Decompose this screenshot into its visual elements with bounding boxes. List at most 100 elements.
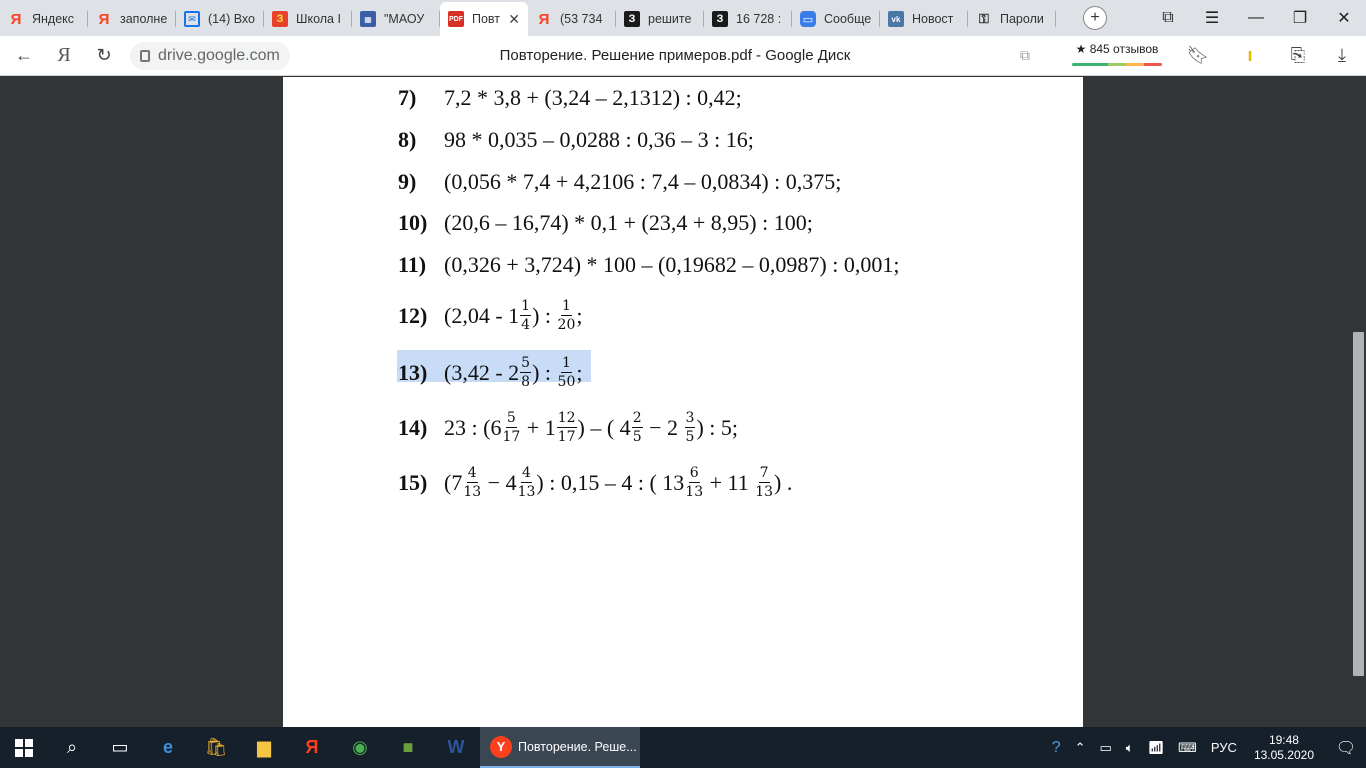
numerator: 5 [505,410,517,428]
pdf-viewer[interactable]: 7) 7,2 * 3,8 + (3,24 – 2,1312) : 0,42; 8) 9… [0,77,1366,727]
tab-0[interactable]: Я Яндекс [0,2,88,36]
expression-text: (7 [444,469,463,495]
expression-text: ; [576,302,583,328]
problem-expression: (7 4 13 − 4 4 13) : 0,15 – 4 : ( 13 6 13 + 11 … [444,466,792,499]
denominator: 13 [517,484,536,500]
numerator: 1 [520,298,532,316]
reload-icon[interactable]: ↻ [84,36,124,76]
close-tab-icon[interactable]: ✕ [508,11,520,28]
tab-label: 16 728 : [736,12,782,26]
expression-text: ; [576,359,583,385]
keyboard-icon[interactable]: ⌨ [1178,740,1197,756]
search-icon[interactable]: ⌕ [48,727,96,768]
help-icon[interactable]: ? [1052,739,1061,757]
expression-text: ) : [532,302,557,328]
language-indicator[interactable]: РУС [1211,740,1237,755]
problem-3: 10) (20,6 – 16,74) * 0,1 + (23,4 + 8,95) … [398,210,813,236]
wifi-icon[interactable]: 📶︎ [1148,740,1165,756]
znanija-icon: З [712,11,728,27]
clock[interactable]: 19:48 13.05.2020 [1254,733,1314,763]
tab-label: Повт [472,12,501,26]
yandex-alice-icon[interactable]: ı [1230,36,1270,76]
tab-label: решите [648,12,692,26]
minimize-button[interactable]: — [1234,0,1278,36]
fraction: 5 17 [502,411,520,444]
problem-8: 15) (7 4 13 − 4 4 13) : 0,15 – 4 : ( 13 6 13 + … [398,466,792,499]
window-controls: ⧉ ☰ — ❐ ✕ [1146,0,1366,36]
new-tab-button[interactable]: + [1083,6,1107,30]
problem-expression: 7,2 * 3,8 + (3,24 – 2,1312) : 0,42; [444,85,742,111]
fraction: 6 13 [685,466,703,499]
edge-icon[interactable]: e [144,727,192,768]
browser-toolbar: ← Я ↻ drive.google.com Повторение. Решен… [0,36,1366,76]
word-icon[interactable]: W [432,727,480,768]
expression-text: ) . [774,469,793,495]
denominator: 13 [685,484,704,500]
page-title: Повторение. Решение примеров.pdf - Googl… [499,47,851,64]
tab-3[interactable]: З Школа I [264,2,352,36]
start-button[interactable] [0,727,48,768]
maou-icon: ▦ [360,11,376,27]
chevron-up-icon[interactable]: ⌃ [1075,740,1086,756]
mail-icon: ✉ [184,11,200,27]
notifications-icon[interactable]: 🗨︎ [1326,727,1366,768]
problem-number: 7) [398,85,417,110]
address-field[interactable]: drive.google.com [130,41,290,70]
tab-label: (53 734 [560,12,603,26]
battery-icon[interactable]: ▭ [1100,740,1112,756]
active-app-button[interactable]: Y Повторение. Реше... [480,727,640,768]
lock-icon [140,49,150,62]
numerator: 7 [758,465,770,483]
tab-4[interactable]: ▦ "МАОУ [352,2,440,36]
reviews-widget[interactable]: ★ 845 отзывов [1068,42,1166,68]
yandex-home-icon[interactable]: Я [44,36,84,76]
tab-label: Школа I [296,12,341,26]
tab-6[interactable]: Я (53 734 [528,2,616,36]
tab-8[interactable]: З 16 728 : [704,2,792,36]
expression-text: − 4 [482,469,517,495]
expression-text: (0,056 * 7,4 + 4,2106 : 7,4 – 0,0834) : … [444,169,842,194]
tab-2[interactable]: ✉ (14) Вхо [176,2,264,36]
chrome-icon[interactable]: ◉ [336,727,384,768]
back-arrow-icon[interactable]: ← [4,36,44,76]
tab-5[interactable]: PDF Повт ✕ [440,2,528,36]
tab-7[interactable]: Зрешите [616,2,704,36]
fraction: 12 17 [556,411,577,444]
minecraft-icon[interactable]: ■ [384,727,432,768]
bookmark-icon[interactable]: 🔖︎ [1178,36,1218,76]
znanija-icon: З [624,11,640,27]
tab-manager-icon[interactable]: ⧉ [1146,0,1190,36]
volume-icon[interactable]: 🔈︎ [1126,740,1134,756]
yandex-browser-icon[interactable]: Я [288,727,336,768]
expression-text: + 11 [704,469,755,495]
extensions-icon[interactable]: ⎘ [1278,36,1318,76]
problem-2: 9) (0,056 * 7,4 + 4,2106 : 7,4 – 0,0834) … [398,169,841,195]
problem-number: 10) [398,210,428,235]
problem-number: 8) [398,127,417,152]
copy-link-icon[interactable]: ⧉ [1005,36,1045,76]
yandex-browser-icon: Y [490,735,512,758]
task-view-icon[interactable]: ▭ [96,727,144,768]
denominator: 17 [502,429,521,445]
scrollbar-thumb[interactable] [1353,332,1364,676]
download-icon[interactable]: ⤓ [1322,36,1362,76]
close-window-button[interactable]: ✕ [1322,0,1366,36]
problem-expression: 98 * 0,035 – 0,0288 : 0,36 – 3 : 16; [444,127,754,153]
problem-expression: 23 : (6 5 17 + 1 12 17) – ( 425 − 2 3 5) : 5; [444,411,738,444]
problem-0: 7) 7,2 * 3,8 + (3,24 – 2,1312) : 0,42; [398,85,742,111]
pdf-icon: PDF [448,11,464,27]
menu-icon[interactable]: ☰ [1190,0,1234,36]
tab-11[interactable]: ⚿ Пароли [968,2,1056,36]
tab-label: Яндекс [32,12,75,26]
store-icon[interactable]: 🛍︎ [192,727,240,768]
tab-1[interactable]: Язаполне [88,2,176,36]
maximize-button[interactable]: ❐ [1278,0,1322,36]
fraction: 14 [520,298,532,332]
folder-icon[interactable]: ▆ [240,727,288,768]
tab-10[interactable]: vk Новост [880,2,968,36]
denominator: 5 [685,429,695,445]
tab-9[interactable]: ▭ Сообще [792,2,880,36]
taskbar: ⌕ ▭ e 🛍︎ ▆ Я ◉ ■ W Y Повторение. Реше...… [0,727,1366,768]
tab-label: "МАОУ [384,12,425,26]
school-icon: З [272,11,288,27]
